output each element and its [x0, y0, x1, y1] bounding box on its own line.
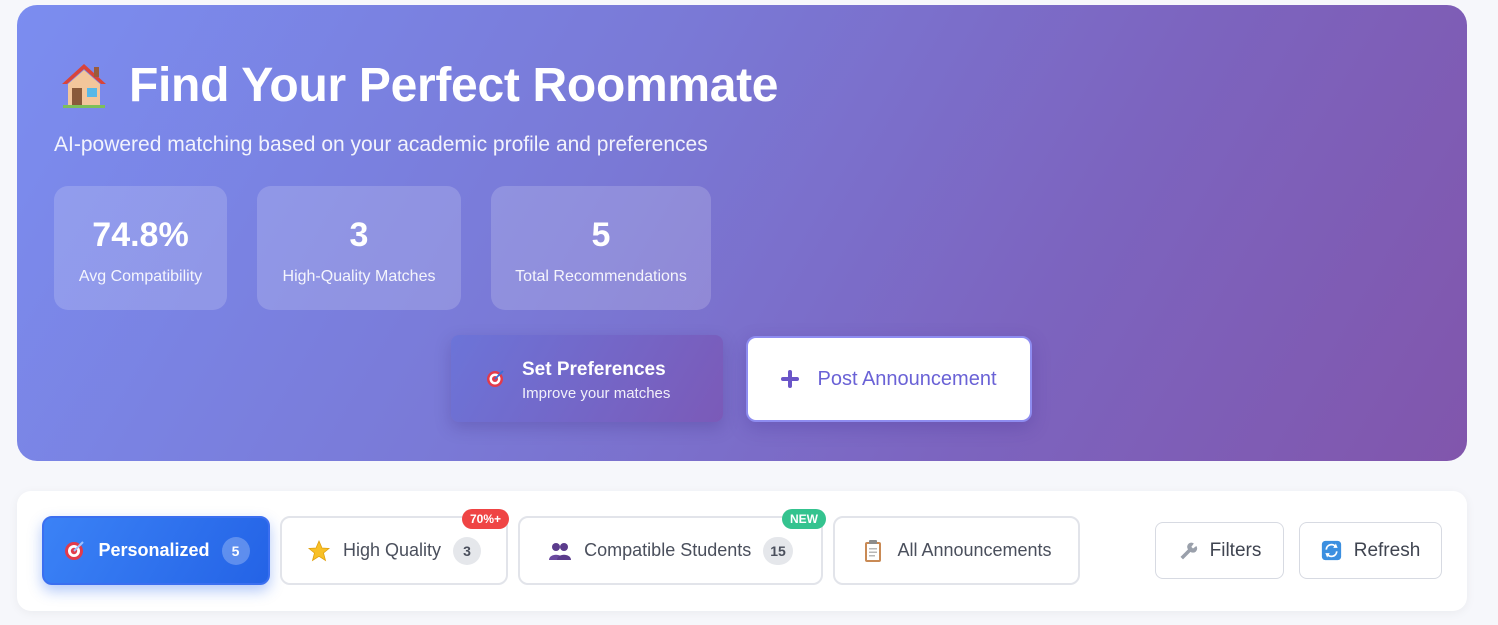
- stat-avg-compatibility: 74.8% Avg Compatibility: [54, 186, 227, 310]
- set-preferences-button[interactable]: Set Preferences Improve your matches: [451, 335, 723, 422]
- page-title-text: Find Your Perfect Roommate: [129, 58, 779, 112]
- count-badge: 3: [453, 536, 482, 565]
- stat-high-quality-matches: 3 High-Quality Matches: [257, 186, 461, 310]
- page-subtitle: AI-powered matching based on your academ…: [54, 133, 708, 156]
- refresh-button[interactable]: Refresh: [1299, 522, 1442, 579]
- target-icon: [487, 370, 504, 387]
- stat-label: High-Quality Matches: [282, 268, 436, 285]
- house-icon: [62, 64, 106, 108]
- stat-value: 74.8%: [92, 216, 189, 254]
- tab-label: Compatible Students: [584, 540, 752, 560]
- hero-banner: Find Your Perfect Roommate AI-powered ma…: [17, 5, 1467, 461]
- stat-value: 5: [591, 216, 611, 254]
- tab-personalized[interactable]: Personalized 5: [42, 516, 270, 585]
- tab-compatible-students[interactable]: NEW Compatible Students 15: [518, 509, 826, 585]
- tab-label: Personalized: [98, 540, 210, 560]
- plus-icon: [781, 370, 800, 388]
- tab-label: High Quality: [342, 540, 442, 560]
- stat-label: Avg Compatibility: [78, 268, 203, 285]
- filters-label: Filters: [1209, 539, 1262, 561]
- tag-badge: 70%+: [462, 509, 510, 529]
- refresh-label: Refresh: [1353, 539, 1421, 561]
- count-badge: 5: [221, 536, 250, 565]
- star-icon: [307, 539, 331, 561]
- filters-button[interactable]: Filters: [1155, 522, 1284, 579]
- stat-total-recommendations: 5 Total Recommendations: [491, 186, 711, 310]
- tag-badge: NEW: [782, 509, 826, 529]
- filter-tab-bar: Personalized 5 70%+ High Quality 3 NEW C…: [17, 491, 1467, 611]
- set-preferences-subtitle: Improve your matches: [522, 385, 671, 402]
- people-icon: [549, 542, 572, 560]
- post-announcement-button[interactable]: Post Announcement: [746, 336, 1032, 422]
- wrench-icon: [1180, 542, 1197, 559]
- refresh-icon: [1321, 540, 1341, 561]
- tab-all-announcements[interactable]: All Announcements: [833, 516, 1080, 585]
- tab-high-quality[interactable]: 70%+ High Quality 3: [280, 509, 510, 585]
- post-announcement-label: Post Announcement: [817, 367, 997, 390]
- tab-label: All Announcements: [897, 540, 1052, 560]
- page-title: Find Your Perfect Roommate: [59, 53, 779, 117]
- set-preferences-title: Set Preferences: [522, 359, 666, 380]
- stat-label: Total Recommendations: [515, 268, 687, 285]
- count-badge: 15: [763, 536, 793, 565]
- target-icon: [65, 540, 85, 560]
- clipboard-icon: [865, 539, 882, 562]
- stat-value: 3: [349, 216, 369, 254]
